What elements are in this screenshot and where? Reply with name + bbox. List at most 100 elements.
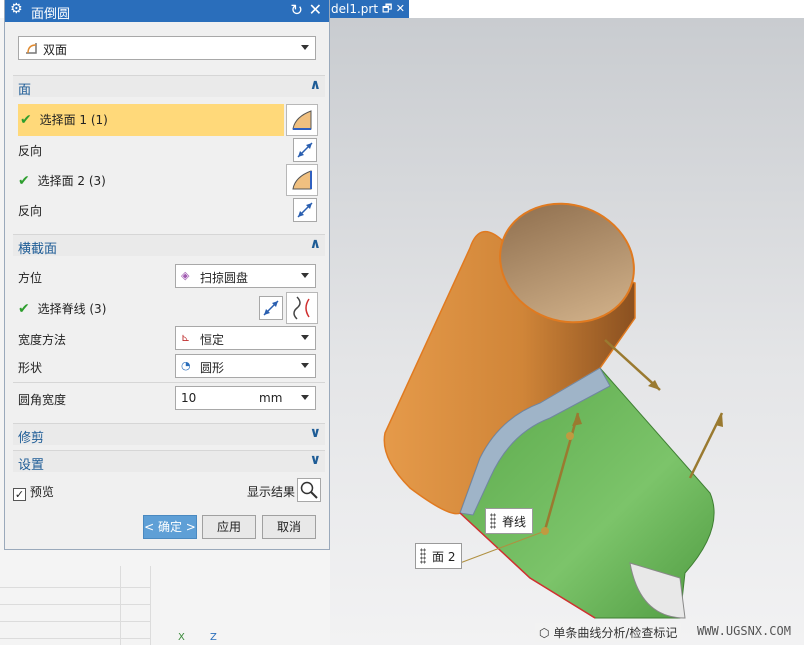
select-face2-row[interactable]: ✔ 选择面 2 (3) [18, 172, 106, 189]
chevron-down-icon [301, 273, 309, 278]
preview-checkbox[interactable]: ✓ [13, 488, 26, 501]
graphics-viewport[interactable]: 脊线 面 2 [330, 18, 804, 645]
preview-row[interactable]: ✓ 预览 [13, 483, 54, 501]
reverse-direction2-button[interactable] [293, 198, 317, 222]
settings-section-header[interactable]: 设置 ∨ [13, 450, 325, 473]
spine-curve-icon [293, 296, 310, 320]
spine-point [566, 432, 574, 440]
status-label: 单条曲线分析/检查标记 [553, 626, 678, 640]
circular-shape-icon: ◔ [181, 359, 191, 372]
reverse2-label: 反向 [18, 204, 43, 218]
orientation-label: 方位 [18, 271, 43, 285]
magnifier-icon [300, 481, 318, 499]
face-select-icon [292, 170, 312, 190]
analysis-icon: ⬡ [539, 626, 550, 640]
face-section-title: 面 [18, 83, 32, 98]
grid-divider [150, 566, 151, 645]
vector-arrowhead [715, 413, 723, 427]
shape-value: 圆形 [200, 361, 225, 375]
type-select[interactable]: 双面 [18, 36, 316, 60]
type-select-value: 双面 [43, 43, 68, 57]
status-text: ⬡ 单条曲线分析/检查标记 [535, 623, 682, 642]
face-section-header[interactable]: 面 ∧ [13, 75, 325, 98]
chevron-down-icon [301, 45, 309, 50]
face-select-icon [292, 110, 312, 130]
chevron-down-icon [301, 335, 309, 340]
drag-handle-icon[interactable] [420, 548, 426, 564]
watermark: WWW.UGSNX.COM [697, 624, 791, 638]
face-blend-dialog: ⚙ 面倒圆 ↻ ✕ 双面 面 ∧ ✔ 选择面 1 (1) 反向 ✔ 选择面 2 … [4, 0, 330, 550]
check-icon: ✔ [18, 173, 30, 189]
select-face1-label: 选择面 1 (1) [39, 113, 108, 127]
grid-row [0, 622, 150, 639]
reverse-direction-icon [297, 202, 313, 218]
show-result-label: 显示结果 [247, 485, 296, 499]
face-select-button[interactable] [286, 104, 318, 136]
file-tab-label: del1.prt [331, 2, 379, 16]
axis-triad: X Z [178, 632, 217, 643]
chevron-down-icon: ∨ [309, 425, 321, 441]
model-canvas [383, 202, 724, 619]
chevron-down-icon [301, 363, 309, 368]
orientation-select[interactable]: ◈ 扫掠圆盘 [175, 264, 316, 288]
spine-select-button[interactable] [286, 292, 318, 324]
spine-reverse-button[interactable] [259, 296, 283, 320]
face2-select-button[interactable] [286, 164, 318, 196]
trim-section-title: 修剪 [18, 431, 45, 446]
grid-row [0, 605, 150, 622]
ok-button[interactable]: < 确定 > [143, 515, 197, 539]
settings-section-title: 设置 [18, 458, 45, 473]
trim-section-header[interactable]: 修剪 ∨ [13, 423, 325, 446]
gear-icon[interactable]: ⚙ [10, 1, 23, 17]
chevron-up-icon: ∧ [309, 77, 321, 93]
cross-section-header[interactable]: 横截面 ∧ [13, 234, 325, 257]
constant-width-icon: ⊾ [181, 331, 191, 344]
radius-value: 10 [181, 391, 197, 405]
orientation-value: 扫掠圆盘 [200, 271, 249, 285]
check-icon: ✔ [20, 112, 32, 128]
cancel-button[interactable]: 取消 [262, 515, 316, 539]
chevron-down-icon[interactable] [301, 395, 309, 400]
file-tab[interactable]: del1.prt 🗗 ✕ [323, 0, 409, 18]
radius-label: 圆角宽度 [18, 393, 67, 407]
reset-icon[interactable]: ↻ [290, 1, 303, 19]
width-method-label: 宽度方法 [18, 333, 67, 347]
two-face-icon [26, 43, 37, 54]
show-result-button[interactable] [297, 478, 321, 502]
radius-unit: mm [259, 391, 283, 405]
sweep-disc-icon: ◈ [181, 269, 190, 282]
reverse-direction1-button[interactable] [293, 138, 317, 162]
reverse-direction-icon [263, 300, 279, 316]
drag-handle-icon[interactable] [490, 513, 496, 529]
reverse-direction-icon [297, 142, 313, 158]
spine-tag-label: 脊线 [502, 515, 527, 529]
reverse1-label: 反向 [18, 144, 43, 158]
face2-tag-label: 面 2 [432, 550, 456, 564]
check-icon: ✔ [18, 301, 30, 317]
shape-label: 形状 [18, 361, 43, 375]
triad-x-label: X [178, 632, 185, 643]
select-spine-label: 选择脊线 (3) [37, 302, 107, 316]
width-method-select[interactable]: ⊾ 恒定 [175, 326, 316, 350]
select-face1-row[interactable]: ✔ 选择面 1 (1) [18, 104, 284, 136]
select-face2-label: 选择面 2 (3) [37, 174, 106, 188]
spine-point [541, 527, 549, 535]
apply-button[interactable]: 应用 [202, 515, 256, 539]
close-icon[interactable]: ✕ [309, 0, 322, 19]
preview-label: 预览 [29, 485, 54, 499]
width-method-value: 恒定 [200, 333, 225, 347]
cross-section-title: 横截面 [18, 242, 58, 257]
spine-tag[interactable]: 脊线 [485, 508, 534, 534]
tab-close-icon[interactable]: 🗗 ✕ [382, 0, 405, 18]
shape-select[interactable]: ◔ 圆形 [175, 354, 316, 378]
select-spine-row[interactable]: ✔ 选择脊线 (3) [18, 300, 106, 317]
dialog-titlebar[interactable]: ⚙ 面倒圆 ↻ ✕ [5, 0, 329, 22]
triad-z-label: Z [210, 632, 217, 643]
radius-input[interactable]: 10 mm [175, 386, 316, 410]
chevron-down-icon: ∨ [309, 452, 321, 468]
dialog-title: 面倒圆 [31, 7, 71, 22]
face2-tag[interactable]: 面 2 [415, 543, 463, 569]
grid-row [0, 588, 150, 605]
chevron-up-icon: ∧ [309, 236, 321, 252]
divider [13, 382, 325, 383]
